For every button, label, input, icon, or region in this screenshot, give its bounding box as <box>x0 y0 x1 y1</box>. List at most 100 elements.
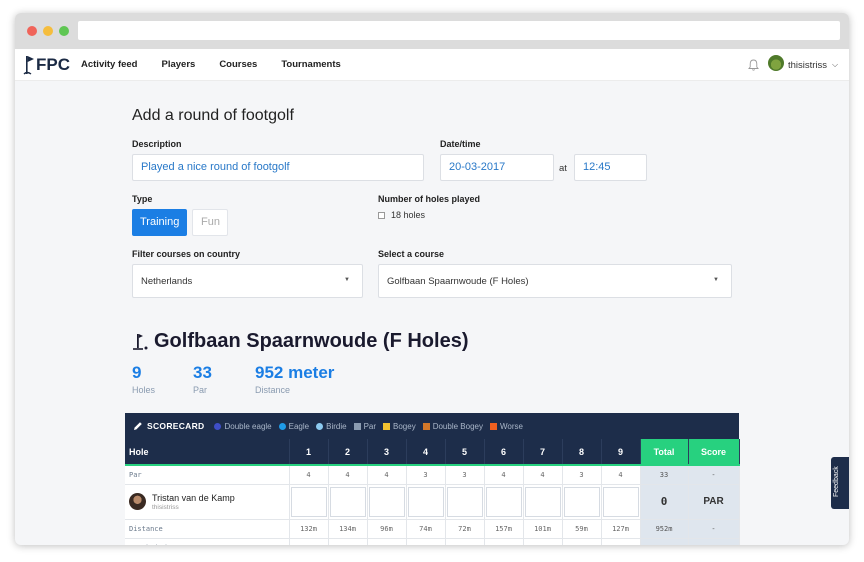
type-training-button[interactable]: Training <box>132 209 187 236</box>
course-select-value: Golfbaan Spaarnwoude (F Holes) <box>387 276 529 287</box>
nav-tournaments[interactable]: Tournaments <box>281 59 340 70</box>
18-holes-checkbox[interactable] <box>378 212 385 219</box>
stroke-input[interactable] <box>602 486 639 517</box>
row-value: 0 <box>445 538 485 545</box>
par-row: Par 4 4 4 3 3 4 4 3 4 33- <box>125 465 740 485</box>
top-navbar: FPC Activity feed Players Courses Tourna… <box>15 49 849 81</box>
nav-players[interactable]: Players <box>162 59 196 70</box>
stroke-input[interactable] <box>524 486 561 517</box>
row-score: - <box>688 519 740 539</box>
row-value: 4 <box>328 465 368 485</box>
golf-flag-icon <box>133 333 148 350</box>
caret-down-icon: ▼ <box>344 277 350 283</box>
row-value: 74m <box>406 519 446 539</box>
stroke-input[interactable] <box>407 486 444 517</box>
description-input[interactable]: Played a nice round of footgolf <box>132 154 424 181</box>
notification-bell-icon[interactable] <box>748 59 759 71</box>
row-value: 132m <box>289 519 329 539</box>
row-value: 72m <box>445 519 485 539</box>
legend-swatch <box>422 422 430 430</box>
pencil-icon <box>134 422 142 430</box>
stroke-input[interactable] <box>563 486 600 517</box>
stat-value: 9 <box>132 363 142 382</box>
player-score: PAR <box>703 496 724 507</box>
stroke-input[interactable] <box>446 486 483 517</box>
page-title: Add a round of footgolf <box>132 107 294 124</box>
score-cell <box>289 484 329 520</box>
legend-label: Eagle <box>288 421 310 431</box>
date-input[interactable]: 20-03-2017 <box>440 154 554 181</box>
legend-label: Worse <box>499 421 523 431</box>
player-row: Tristan van de Kamp thisistriss 0 PAR <box>125 484 740 520</box>
player-avatar <box>129 493 146 510</box>
app-logo[interactable]: FPC <box>23 54 70 76</box>
stat-par: 33 Par <box>193 363 212 395</box>
stroke-input[interactable] <box>485 486 522 517</box>
score-cell <box>367 484 407 520</box>
chevron-down-icon[interactable]: ⌵ <box>832 60 838 70</box>
legend-item: Bogey <box>383 422 416 431</box>
nav-courses[interactable]: Courses <box>219 59 257 70</box>
legend-label: Par <box>363 421 377 431</box>
legend-swatch <box>278 422 286 430</box>
time-input[interactable]: 12:45 <box>574 154 647 181</box>
description-label: Description <box>132 139 182 149</box>
nav-activity-feed[interactable]: Activity feed <box>81 59 138 70</box>
stroke-input[interactable] <box>368 486 405 517</box>
course-name: Golfbaan Spaarnwoude (F Holes) <box>154 330 469 352</box>
feedback-tab[interactable]: Feedback <box>831 457 849 509</box>
18-holes-label[interactable]: 18 holes <box>391 210 425 220</box>
legend-swatch <box>489 422 497 430</box>
player-score-cell: PAR <box>688 484 740 520</box>
course-heading: Golfbaan Spaarnwoude (F Holes) <box>132 330 468 353</box>
datetime-label: Date/time <box>440 139 481 149</box>
minimize-window-icon[interactable] <box>43 26 53 36</box>
stat-value: 33 <box>193 363 212 382</box>
scorecard-header-row: Hole 1 2 3 4 5 6 7 8 9 Total Score <box>125 439 740 466</box>
legend-swatch <box>214 422 222 430</box>
browser-titlebar <box>15 13 849 49</box>
row-value: 4 <box>484 465 524 485</box>
scorecard: SCORECARD Double eagle Eagle Birdie Par Boge… <box>125 413 740 545</box>
player-cell: Tristan van de Kamp thisistriss <box>125 484 290 520</box>
row-value: 4 <box>523 465 563 485</box>
type-label: Type <box>132 194 153 204</box>
total-column-header: Total <box>640 439 689 466</box>
user-avatar[interactable] <box>768 55 784 71</box>
at-label: at <box>559 163 567 174</box>
row-value: 0 <box>289 538 329 545</box>
score-cell <box>445 484 485 520</box>
legend-label: Bogey <box>393 421 416 431</box>
score-cell <box>523 484 563 520</box>
scorecard-table: Hole 1 2 3 4 5 6 7 8 9 Total Score Par 4 4 4 3 3 4 4 3 4 33-… <box>125 439 740 545</box>
row-value: 4 <box>289 465 329 485</box>
row-value: 101m <box>523 519 563 539</box>
close-window-icon[interactable] <box>27 26 37 36</box>
user-menu-name[interactable]: thisistriss <box>788 60 827 71</box>
hole-column-header: Hole <box>125 439 290 466</box>
row-value: 59m <box>562 519 602 539</box>
stroke-input[interactable] <box>290 486 327 517</box>
legend-item: Birdie <box>316 422 347 431</box>
score-cell <box>562 484 602 520</box>
hole-number-header: 4 <box>406 439 446 466</box>
hole-number-header: 3 <box>367 439 407 466</box>
row-value: 0 <box>328 538 368 545</box>
row-value: 127m <box>601 519 641 539</box>
row-score: - <box>688 538 740 545</box>
course-select[interactable]: Golfbaan Spaarnwoude (F Holes) ▼ <box>378 264 732 298</box>
row-score: - <box>688 465 740 485</box>
legend-label: Double Bogey <box>432 421 483 431</box>
stroke-input[interactable] <box>329 486 366 517</box>
country-filter-label: Filter courses on country <box>132 249 241 259</box>
address-bar[interactable] <box>78 21 840 40</box>
hole-number-header: 7 <box>523 439 563 466</box>
row-value: 0 <box>523 538 563 545</box>
main-nav: Activity feed Players Courses Tournament… <box>81 59 365 70</box>
maximize-window-icon[interactable] <box>59 26 69 36</box>
stat-value: 952 meter <box>255 363 335 382</box>
country-select[interactable]: Netherlands ▼ <box>132 264 363 298</box>
row-value: 134m <box>328 519 368 539</box>
player-username: thisistriss <box>152 503 179 511</box>
type-fun-button[interactable]: Fun <box>192 209 228 236</box>
